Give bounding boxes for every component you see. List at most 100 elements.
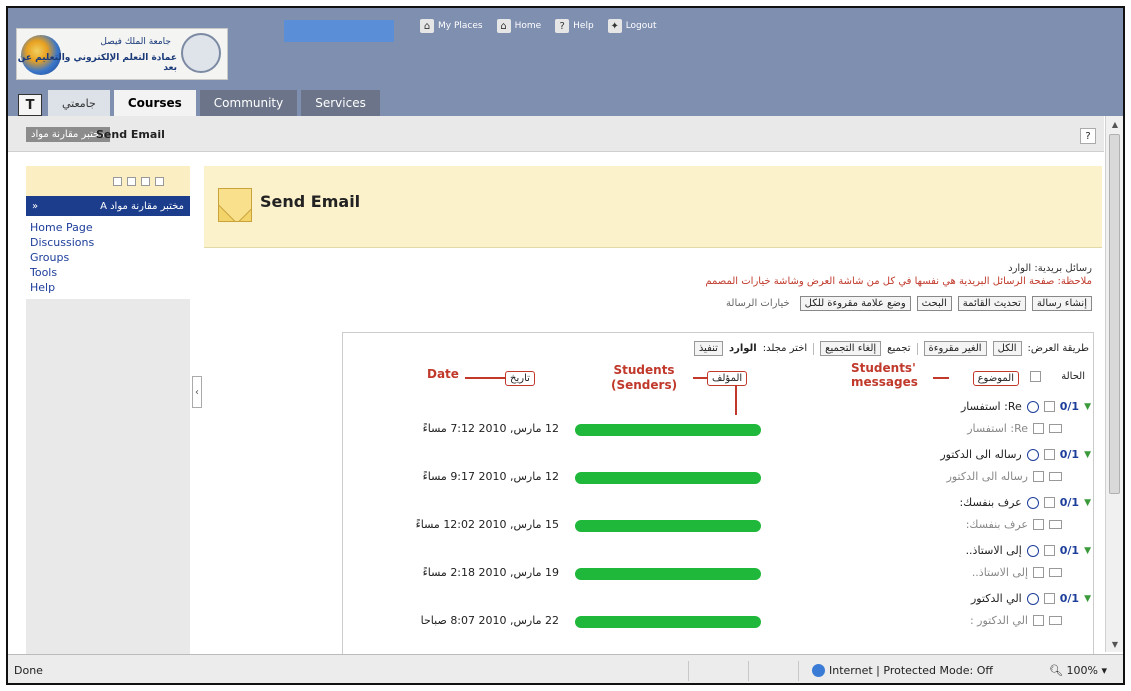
- preview-icon[interactable]: [1026, 496, 1039, 509]
- sidebar-item-discussions[interactable]: Discussions: [30, 235, 186, 250]
- column-subject-label[interactable]: الموضوع: [972, 371, 1019, 386]
- envelope-icon: [218, 188, 252, 222]
- row-checkbox[interactable]: [1043, 593, 1055, 604]
- university-seal-icon: [181, 33, 221, 73]
- column-author: المؤلف: [707, 371, 748, 386]
- reply-subject[interactable]: عرف بنفسك:: [966, 518, 1028, 531]
- sidebar-item-home-page[interactable]: Home Page: [30, 220, 186, 235]
- preview-icon[interactable]: [1026, 400, 1039, 413]
- status-divider: [688, 661, 689, 681]
- view-all-button[interactable]: الكل: [992, 341, 1022, 356]
- tab-my-university[interactable]: جامعتي: [48, 90, 110, 116]
- reply-subject[interactable]: إلى الاستاذ..: [972, 566, 1028, 579]
- column-date-label[interactable]: تاريخ: [505, 371, 535, 386]
- reply-subject-cell: إلى الاستاذ..: [972, 566, 1091, 579]
- tab-courses[interactable]: Courses: [113, 90, 196, 116]
- message-date: 12 مارس, 2010 9:17 مساءً: [422, 470, 559, 483]
- help-button[interactable]: ?: [1080, 128, 1096, 144]
- row-checkbox[interactable]: [1043, 545, 1055, 556]
- scroll-thumb[interactable]: [1109, 134, 1120, 494]
- folder-select[interactable]: الوارد: [729, 343, 757, 354]
- zoom-value: 100%: [1066, 664, 1098, 677]
- sidebar-item-help[interactable]: Help: [30, 280, 186, 295]
- message-reply-row[interactable]: عرف بنفسك: 15 مارس, 2010 12:02 مساءً: [343, 513, 1095, 539]
- security-zone[interactable]: Internet | Protected Mode: Off: [812, 664, 993, 677]
- mark-all-read-button[interactable]: وضع علامة مقروءة للكل: [799, 296, 911, 311]
- row-checkbox[interactable]: [1043, 497, 1055, 508]
- reply-subject[interactable]: Re: استفسار: [967, 422, 1028, 435]
- help-icon: ?: [555, 19, 570, 33]
- scroll-down-icon[interactable]: ▼: [1106, 636, 1123, 652]
- sidebar-collapse-icon[interactable]: »: [32, 201, 38, 212]
- message-reply-row[interactable]: إلى الاستاذ.. 19 مارس, 2010 2:18 مساءً: [343, 561, 1095, 587]
- message-subject[interactable]: Re: استفسار: [961, 400, 1022, 413]
- select-all-checkbox[interactable]: [1030, 371, 1041, 382]
- scroll-up-icon[interactable]: ▲: [1106, 116, 1123, 132]
- message-subject[interactable]: إلى الاستاذ..: [966, 544, 1022, 557]
- page-title: Send Email: [260, 192, 361, 211]
- row-checkbox[interactable]: [1043, 449, 1055, 460]
- message-subject-cell: ▼ 0/1 Re: استفسار: [961, 400, 1091, 413]
- top-link-home[interactable]: ⌂ Home: [496, 19, 541, 33]
- execute-button[interactable]: تنفيذ: [693, 341, 723, 356]
- message-reply-row[interactable]: Re: استفسار 12 مارس, 2010 7:12 مساءً: [343, 417, 1095, 443]
- preview-icon[interactable]: [1026, 544, 1039, 557]
- top-link-help[interactable]: ? Help: [555, 19, 594, 33]
- expand-icon[interactable]: ▼: [1084, 594, 1091, 604]
- column-author-label[interactable]: المؤلف: [707, 371, 748, 386]
- row-checkbox[interactable]: [1033, 423, 1044, 434]
- message-count: 0/1: [1059, 400, 1080, 413]
- message-subject[interactable]: رساله الى الدكتور: [940, 448, 1021, 461]
- browser-status-bar: Done Internet | Protected Mode: Off 🔍︎ 1…: [8, 654, 1123, 683]
- preview-icon[interactable]: [1026, 448, 1039, 461]
- university-logo[interactable]: جامعة الملك فيصل عمادة التعلم الإلكتروني…: [16, 28, 228, 80]
- tab-box-icon[interactable]: T: [18, 94, 42, 116]
- author-redacted: [575, 424, 761, 436]
- row-checkbox[interactable]: [1033, 519, 1044, 530]
- toolbar-divider: [813, 342, 815, 355]
- expand-icon[interactable]: ▼: [1084, 498, 1091, 508]
- message-subject-cell: ▼ 0/1 إلى الاستاذ..: [966, 544, 1091, 557]
- zoom-level[interactable]: 🔍︎ 100% ▾: [1049, 664, 1107, 677]
- reply-subject[interactable]: الي الدكتور :: [970, 614, 1028, 627]
- sidebar-item-groups[interactable]: Groups: [30, 250, 186, 265]
- expand-icon[interactable]: ▼: [1084, 546, 1091, 556]
- tab-services[interactable]: Services: [301, 90, 380, 116]
- view-pin-icon[interactable]: [154, 176, 164, 186]
- compose-button[interactable]: إنشاء رسالة: [1031, 296, 1092, 311]
- collapse-sidebar-icon[interactable]: ‹: [192, 376, 202, 408]
- view-mode-label: طريقة العرض:: [1027, 343, 1089, 354]
- row-checkbox[interactable]: [1033, 567, 1044, 578]
- row-checkbox[interactable]: [1043, 401, 1055, 412]
- sidebar-item-tools[interactable]: Tools: [30, 265, 186, 280]
- row-checkbox[interactable]: [1033, 615, 1044, 626]
- ungroup-button[interactable]: إلغاء التجميع: [820, 341, 882, 356]
- view-page-icon[interactable]: [126, 176, 136, 186]
- reply-subject-cell: عرف بنفسك:: [966, 518, 1091, 531]
- expand-icon[interactable]: ▼: [1084, 402, 1091, 412]
- message-reply-row[interactable]: رساله الى الدكتور 12 مارس, 2010 9:17 مسا…: [343, 465, 1095, 491]
- view-window-icon[interactable]: [140, 176, 150, 186]
- reply-subject[interactable]: رساله الى الدكتور: [947, 470, 1028, 483]
- message-reply-row[interactable]: الي الدكتور : 22 مارس, 2010 8:07 صباحا: [343, 609, 1095, 635]
- message-options-button[interactable]: خيارات الرسالة: [722, 297, 794, 310]
- tab-community[interactable]: Community: [199, 90, 298, 116]
- preview-icon[interactable]: [1026, 592, 1039, 605]
- refresh-list-button[interactable]: تحديث القائمة: [957, 296, 1026, 311]
- expand-icon[interactable]: ▼: [1084, 450, 1091, 460]
- home-icon: ⌂: [496, 19, 511, 33]
- vertical-scrollbar[interactable]: ▲ ▼: [1105, 116, 1123, 652]
- row-checkbox[interactable]: [1033, 471, 1044, 482]
- view-unread-button[interactable]: الغير مقروءة: [923, 341, 987, 356]
- search-button[interactable]: البحث: [916, 296, 952, 311]
- message-subject-cell: ▼ 0/1 رساله الى الدكتور: [940, 448, 1091, 461]
- column-status[interactable]: الحالة: [1061, 371, 1085, 382]
- author-redacted: [575, 472, 761, 484]
- message-subject[interactable]: عرف بنفسك:: [959, 496, 1021, 509]
- author-redacted: [575, 520, 761, 532]
- top-link-logout[interactable]: ✦ Logout: [607, 19, 657, 33]
- group-button[interactable]: تجميع: [887, 343, 910, 354]
- message-subject[interactable]: الي الدكتور: [971, 592, 1022, 605]
- view-list-icon[interactable]: [112, 176, 122, 186]
- top-link-my-places[interactable]: ⌂ My Places: [420, 19, 483, 33]
